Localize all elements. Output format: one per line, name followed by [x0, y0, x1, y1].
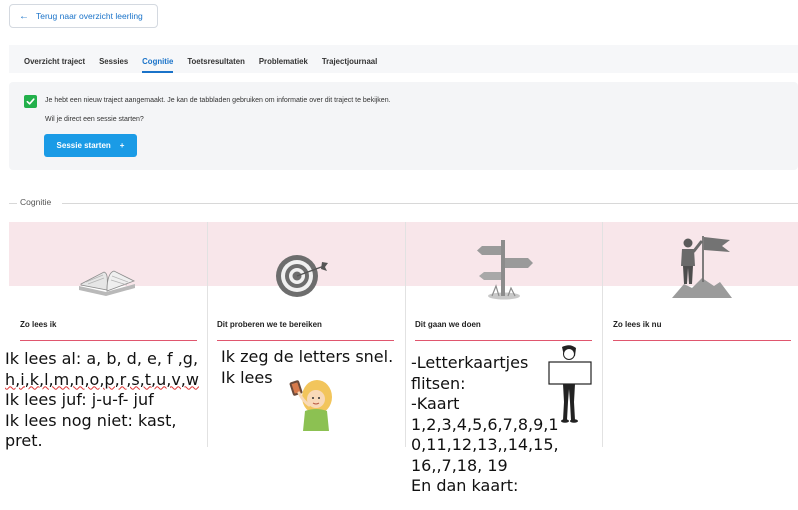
note-line: Ik lees al: a, b, d, e, f ,g, [5, 349, 199, 368]
plus-icon: + [119, 141, 125, 150]
column-rule [217, 340, 394, 341]
column-rule [20, 340, 197, 341]
new-trajectory-notice: Je hebt een nieuw traject aangemaakt. Je… [9, 82, 798, 170]
note-line: h,i,k,l,m,n,o,p,r,s,t,u,v,w [5, 369, 199, 389]
column-title-dit-proberen-we-te-bereiken: Dit proberen we te bereiken [217, 320, 322, 329]
notes-zo-lees-ik[interactable]: Ik lees al: a, b, d, e, f ,g, h,i,k,l,m,… [5, 349, 199, 452]
column-divider [602, 222, 603, 447]
column-rule [415, 340, 592, 341]
start-session-button[interactable]: Sessie starten + [44, 134, 137, 157]
reading-girl-clipart [289, 380, 332, 431]
note-line: 16,,7,18, 19 [411, 455, 508, 475]
summit-flag-icon [672, 236, 732, 298]
notice-message: Je hebt een nieuw traject aangemaakt. Je… [45, 97, 391, 104]
tab-problematiek[interactable]: Problematiek [252, 57, 315, 73]
tab-overzicht-traject[interactable]: Overzicht traject [24, 57, 92, 73]
note-line: -Kaart [411, 394, 460, 413]
tab-sessies[interactable]: Sessies [92, 57, 135, 73]
column-title-dit-gaan-we-doen: Dit gaan we doen [415, 320, 481, 329]
column-divider [207, 222, 208, 447]
tab-cognitie[interactable]: Cognitie [135, 57, 180, 73]
note-line: Ik lees juf: j-u-f- juf [5, 390, 154, 409]
target-icon [276, 255, 328, 297]
note-line: pret. [5, 431, 43, 450]
signpost-icon [477, 240, 533, 300]
note-line: flitsen: [411, 373, 466, 393]
column-rule [613, 340, 791, 341]
tab-trajectjournaal[interactable]: Trajectjournaal [315, 57, 384, 73]
note-line: -Letterkaartjes [411, 353, 529, 372]
section-divider [62, 203, 798, 204]
note-line: En dan kaart: [411, 476, 519, 495]
tab-toetsresultaten[interactable]: Toetsresultaten [180, 57, 251, 73]
back-to-student-overview-button[interactable]: ← Terug naar overzicht leerling [9, 4, 158, 28]
notes-dit-gaan-we-doen[interactable]: -Letterkaartjes flitsen: -Kaart 1,2,3,4,… [411, 353, 559, 497]
book-icon [79, 270, 136, 296]
back-button-label: Terug naar overzicht leerling [36, 11, 143, 21]
section-title: Cognitie [20, 197, 52, 207]
arrow-left-icon: ← [19, 10, 29, 22]
note-line: Ik zeg de letters snel. [221, 347, 394, 366]
notice-question: Wil je direct een sessie starten? [45, 116, 144, 123]
note-line: 1,2,3,4,5,6,7,8,9,1 [411, 414, 559, 434]
column-title-zo-lees-ik-nu: Zo lees ik nu [613, 320, 662, 329]
start-session-label: Sessie starten [56, 141, 111, 150]
checkbox-checked[interactable] [24, 95, 37, 108]
column-divider [405, 222, 406, 447]
checkmark-icon [26, 98, 35, 105]
tab-bar: Overzicht traject Sessies Cognitie Toets… [9, 45, 798, 73]
person-holding-sign-clipart [548, 345, 592, 423]
note-line: Ik lees nog niet: kast, [5, 410, 177, 430]
column-title-zo-lees-ik: Zo lees ik [20, 320, 57, 329]
note-line: 0,11,12,13,,14,15, [411, 435, 559, 454]
section-divider-left [9, 203, 17, 204]
